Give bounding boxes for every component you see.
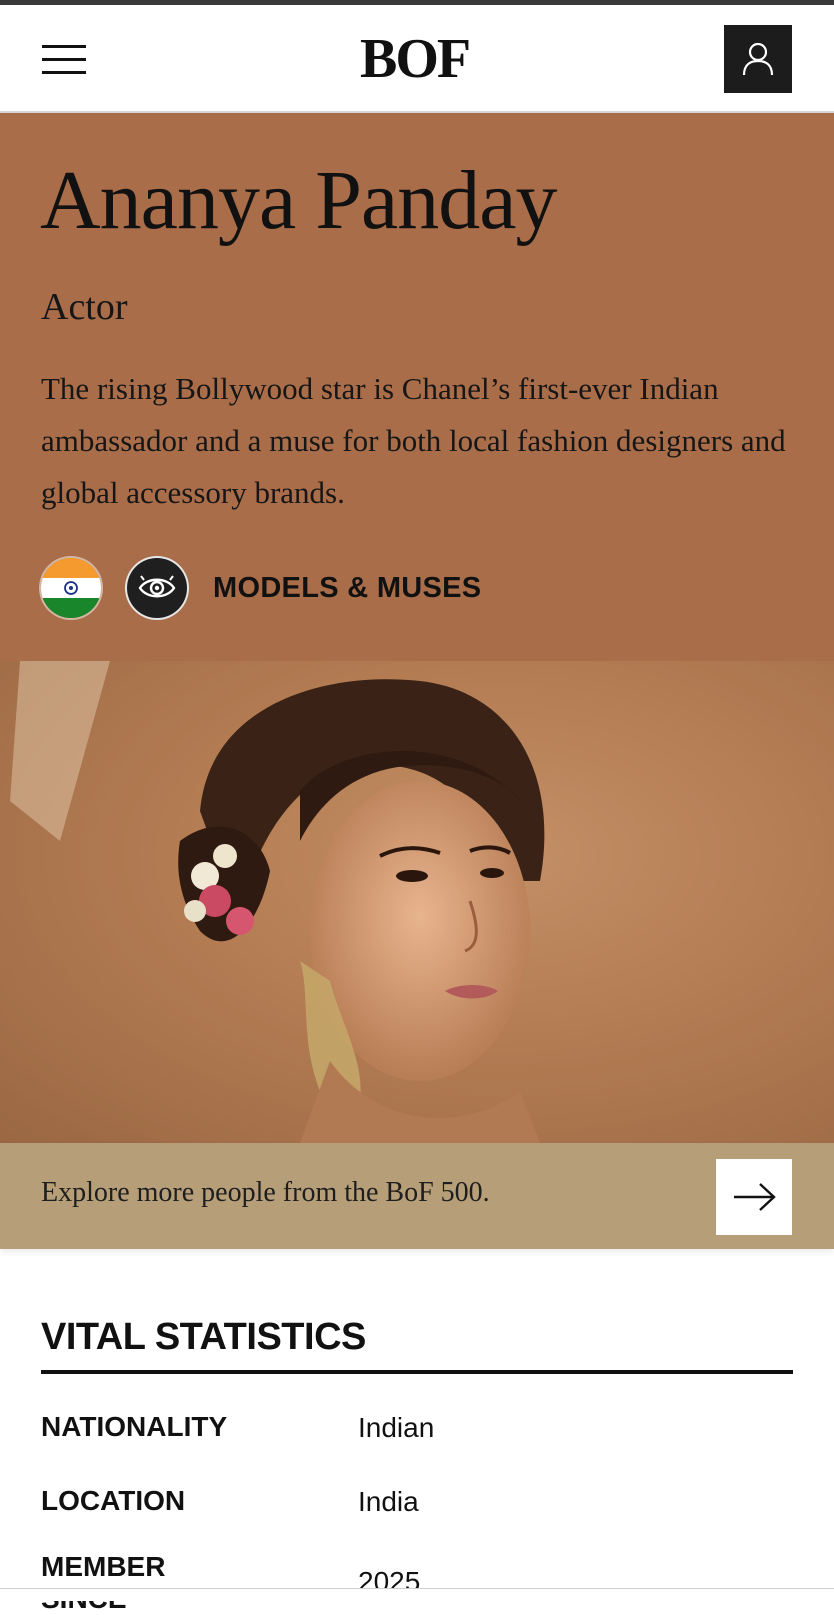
profile-badges: MODELS & MUSES	[41, 558, 801, 620]
user-icon	[742, 42, 774, 76]
account-button[interactable]	[724, 25, 792, 93]
portrait-photo	[0, 661, 834, 1143]
profile-role: Actor	[41, 286, 128, 328]
india-flag-icon[interactable]	[41, 558, 101, 618]
divider	[41, 1370, 793, 1374]
bof-logo[interactable]: BOF	[360, 27, 474, 91]
stat-label-location: LOCATION	[41, 1485, 186, 1516]
arrow-right-icon	[734, 1183, 776, 1211]
category-link[interactable]: MODELS & MUSES	[213, 572, 481, 605]
stat-value-nationality: Indian	[358, 1412, 435, 1443]
stat-value-location: India	[358, 1486, 419, 1517]
profile-description: The rising Bollywood star is Chanel’s fi…	[41, 371, 786, 510]
profile-hero: Ananya Panday Actor The rising Bollywood…	[0, 113, 834, 661]
stat-label-member-since: MEMBER SINCE	[41, 1551, 166, 1614]
bottom-edge	[0, 1588, 834, 1601]
site-header: BOF	[0, 5, 834, 113]
profile-name: Ananya Panday	[40, 154, 558, 247]
explore-bar: Explore more people from the BoF 500.	[0, 1143, 834, 1249]
eye-icon[interactable]	[127, 558, 187, 618]
vital-statistics-heading: VITAL STATISTICS	[41, 1316, 366, 1358]
stat-label-nationality: NATIONALITY	[41, 1411, 228, 1442]
hamburger-menu-icon[interactable]	[42, 43, 86, 77]
explore-text: Explore more people from the BoF 500.	[41, 1177, 490, 1208]
explore-next-button[interactable]	[716, 1159, 792, 1235]
logo-text: BOF	[360, 28, 469, 90]
